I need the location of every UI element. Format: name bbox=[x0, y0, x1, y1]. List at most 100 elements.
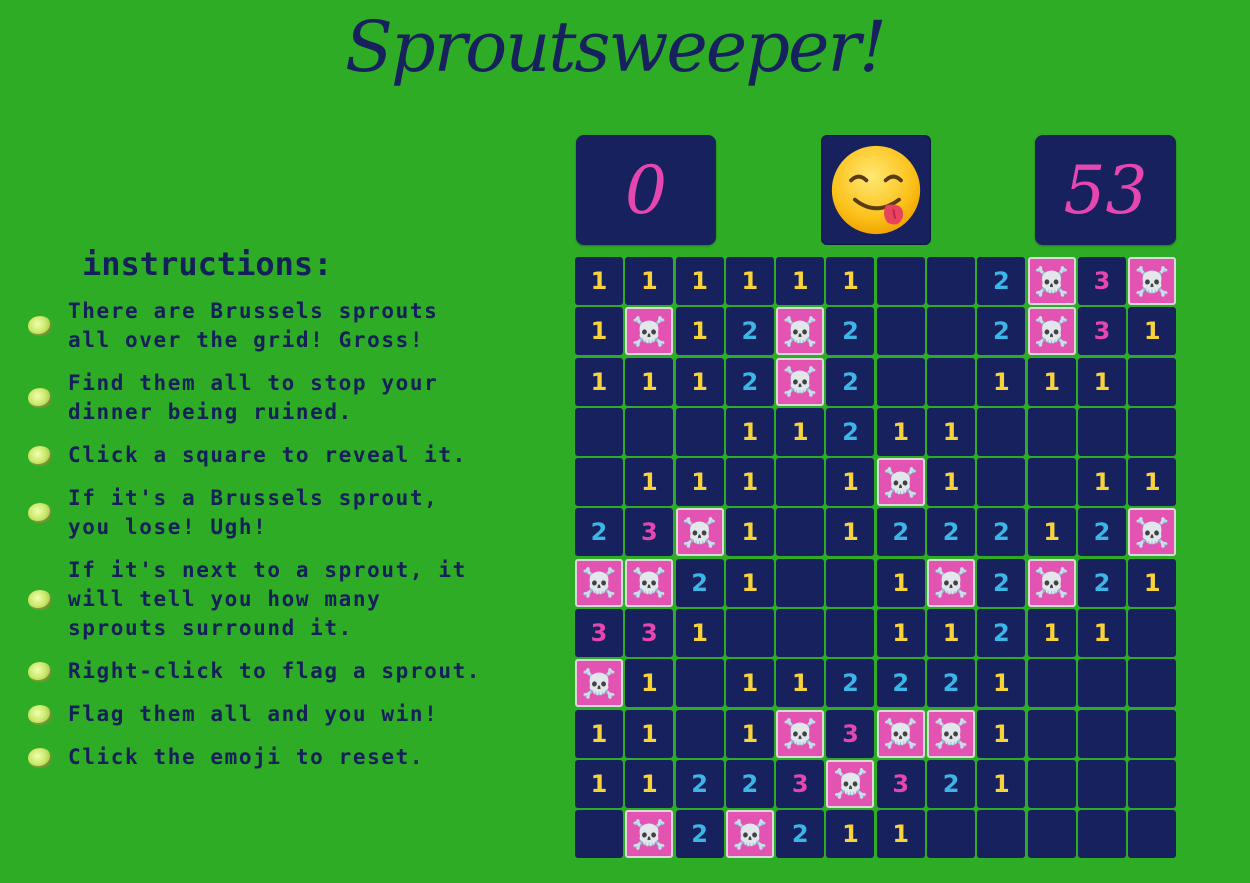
empty-cell[interactable] bbox=[826, 609, 875, 658]
empty-cell[interactable] bbox=[1077, 759, 1126, 808]
empty-cell[interactable] bbox=[1027, 709, 1076, 758]
empty-cell[interactable] bbox=[776, 609, 825, 658]
empty-cell[interactable] bbox=[575, 458, 623, 507]
number-cell[interactable]: 1 bbox=[1128, 307, 1177, 356]
number-cell[interactable]: 1 bbox=[1077, 458, 1126, 507]
mine-cell[interactable]: ☠️ bbox=[575, 558, 623, 607]
empty-cell[interactable] bbox=[1027, 659, 1076, 708]
number-cell[interactable]: 1 bbox=[725, 558, 774, 607]
number-cell[interactable]: 2 bbox=[776, 810, 825, 859]
number-cell[interactable]: 1 bbox=[826, 810, 875, 859]
empty-cell[interactable] bbox=[625, 407, 674, 456]
reset-button[interactable] bbox=[821, 135, 931, 245]
empty-cell[interactable] bbox=[1128, 759, 1177, 808]
number-cell[interactable]: 1 bbox=[826, 508, 875, 557]
number-cell[interactable]: 1 bbox=[776, 407, 825, 456]
number-cell[interactable]: 1 bbox=[625, 759, 674, 808]
number-cell[interactable]: 1 bbox=[575, 357, 623, 406]
mine-cell[interactable]: ☠️ bbox=[776, 357, 825, 406]
number-cell[interactable]: 1 bbox=[575, 759, 623, 808]
number-cell[interactable]: 2 bbox=[977, 257, 1026, 305]
empty-cell[interactable] bbox=[1128, 609, 1177, 658]
number-cell[interactable]: 1 bbox=[625, 458, 674, 507]
empty-cell[interactable] bbox=[977, 407, 1026, 456]
empty-cell[interactable] bbox=[1077, 659, 1126, 708]
mine-cell[interactable]: ☠️ bbox=[776, 709, 825, 758]
empty-cell[interactable] bbox=[1128, 357, 1177, 406]
empty-cell[interactable] bbox=[776, 508, 825, 557]
empty-cell[interactable] bbox=[725, 609, 774, 658]
empty-cell[interactable] bbox=[826, 558, 875, 607]
number-cell[interactable]: 1 bbox=[625, 257, 674, 305]
empty-cell[interactable] bbox=[1027, 458, 1076, 507]
mine-cell[interactable]: ☠️ bbox=[927, 558, 976, 607]
empty-cell[interactable] bbox=[977, 458, 1026, 507]
empty-cell[interactable] bbox=[575, 810, 623, 859]
empty-cell[interactable] bbox=[1027, 407, 1076, 456]
number-cell[interactable]: 1 bbox=[1128, 458, 1177, 507]
number-cell[interactable]: 1 bbox=[725, 659, 774, 708]
number-cell[interactable]: 2 bbox=[826, 307, 875, 356]
number-cell[interactable]: 3 bbox=[1077, 307, 1126, 356]
number-cell[interactable]: 1 bbox=[1077, 357, 1126, 406]
number-cell[interactable]: 1 bbox=[575, 307, 623, 356]
number-cell[interactable]: 2 bbox=[725, 759, 774, 808]
number-cell[interactable]: 1 bbox=[675, 357, 724, 406]
number-cell[interactable]: 1 bbox=[625, 659, 674, 708]
empty-cell[interactable] bbox=[675, 709, 724, 758]
number-cell[interactable]: 2 bbox=[725, 307, 774, 356]
mine-cell[interactable]: ☠️ bbox=[675, 508, 724, 557]
number-cell[interactable]: 1 bbox=[927, 458, 976, 507]
number-cell[interactable]: 1 bbox=[927, 407, 976, 456]
number-cell[interactable]: 3 bbox=[826, 709, 875, 758]
number-cell[interactable]: 1 bbox=[876, 810, 925, 859]
mine-cell[interactable]: ☠️ bbox=[575, 659, 623, 708]
mine-cell[interactable]: ☠️ bbox=[876, 458, 925, 507]
number-cell[interactable]: 1 bbox=[575, 709, 623, 758]
empty-cell[interactable] bbox=[927, 357, 976, 406]
empty-cell[interactable] bbox=[1027, 759, 1076, 808]
number-cell[interactable]: 1 bbox=[725, 407, 774, 456]
empty-cell[interactable] bbox=[1077, 709, 1126, 758]
number-cell[interactable]: 2 bbox=[1077, 558, 1126, 607]
mine-cell[interactable]: ☠️ bbox=[1128, 257, 1177, 305]
empty-cell[interactable] bbox=[927, 810, 976, 859]
empty-cell[interactable] bbox=[876, 307, 925, 356]
number-cell[interactable]: 2 bbox=[876, 659, 925, 708]
empty-cell[interactable] bbox=[977, 810, 1026, 859]
number-cell[interactable]: 1 bbox=[1027, 357, 1076, 406]
mine-cell[interactable]: ☠️ bbox=[826, 759, 875, 808]
empty-cell[interactable] bbox=[876, 257, 925, 305]
number-cell[interactable]: 1 bbox=[675, 458, 724, 507]
number-cell[interactable]: 1 bbox=[977, 709, 1026, 758]
empty-cell[interactable] bbox=[927, 257, 976, 305]
empty-cell[interactable] bbox=[575, 407, 623, 456]
number-cell[interactable]: 2 bbox=[977, 609, 1026, 658]
number-cell[interactable]: 2 bbox=[927, 759, 976, 808]
number-cell[interactable]: 2 bbox=[977, 558, 1026, 607]
number-cell[interactable]: 2 bbox=[927, 508, 976, 557]
number-cell[interactable]: 1 bbox=[876, 558, 925, 607]
number-cell[interactable]: 1 bbox=[675, 257, 724, 305]
number-cell[interactable]: 1 bbox=[725, 257, 774, 305]
number-cell[interactable]: 1 bbox=[977, 659, 1026, 708]
number-cell[interactable]: 1 bbox=[675, 307, 724, 356]
empty-cell[interactable] bbox=[675, 659, 724, 708]
mine-cell[interactable]: ☠️ bbox=[927, 709, 976, 758]
number-cell[interactable]: 3 bbox=[625, 609, 674, 658]
number-cell[interactable]: 1 bbox=[776, 257, 825, 305]
number-cell[interactable]: 1 bbox=[725, 709, 774, 758]
mine-cell[interactable]: ☠️ bbox=[1027, 558, 1076, 607]
number-cell[interactable]: 1 bbox=[876, 407, 925, 456]
mine-cell[interactable]: ☠️ bbox=[625, 307, 674, 356]
number-cell[interactable]: 1 bbox=[575, 257, 623, 305]
number-cell[interactable]: 2 bbox=[876, 508, 925, 557]
number-cell[interactable]: 1 bbox=[725, 508, 774, 557]
number-cell[interactable]: 1 bbox=[1027, 508, 1076, 557]
number-cell[interactable]: 2 bbox=[977, 307, 1026, 356]
number-cell[interactable]: 2 bbox=[725, 357, 774, 406]
number-cell[interactable]: 1 bbox=[725, 458, 774, 507]
empty-cell[interactable] bbox=[1128, 810, 1177, 859]
number-cell[interactable]: 1 bbox=[977, 357, 1026, 406]
number-cell[interactable]: 1 bbox=[826, 257, 875, 305]
